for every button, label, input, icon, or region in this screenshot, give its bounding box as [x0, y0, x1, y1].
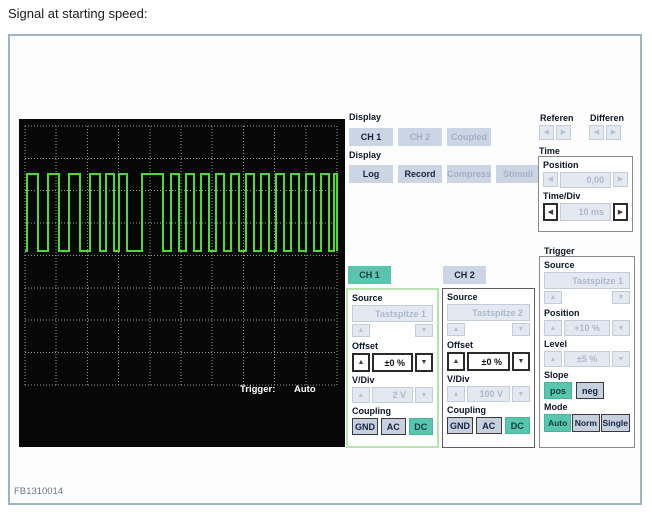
page: Signal at starting speed: Trigger: Auto …: [0, 0, 652, 518]
trigger-slope-neg-button[interactable]: neg: [576, 382, 604, 399]
trigger-level-up-button[interactable]: ▲: [544, 351, 562, 367]
referen-label: Referen: [540, 113, 574, 123]
ch1-source-down-button[interactable]: ▼: [415, 324, 433, 337]
display-ch1-button[interactable]: CH 1: [349, 128, 393, 146]
ch1-source-up-button[interactable]: ▲: [352, 324, 370, 337]
ch2-source-down-button[interactable]: ▼: [512, 323, 530, 336]
time-div-decrement-button[interactable]: ◀: [543, 203, 558, 221]
ch1-source-spinners: ▲ ▼: [352, 324, 433, 337]
ch2-tab[interactable]: CH 2: [443, 266, 486, 284]
referen-prev-button[interactable]: ◀: [539, 125, 554, 140]
trigger-level-field[interactable]: ±5 %: [564, 351, 610, 367]
ch1-coupling-ac-button[interactable]: AC: [381, 418, 406, 435]
display-compress-button[interactable]: Compress: [447, 165, 491, 183]
ch2-vdiv-up-button[interactable]: ▲: [447, 386, 465, 402]
time-position-field[interactable]: 0,00: [560, 172, 611, 188]
trigger-status-value: Auto: [294, 384, 316, 395]
ch2-coupling-ac-button[interactable]: AC: [476, 417, 502, 434]
display-record-button[interactable]: Record: [398, 165, 442, 183]
trigger-source-up-button[interactable]: ▲: [544, 291, 562, 304]
ch2-offset-label: Offset: [447, 340, 474, 350]
ch2-source-spinners: ▲ ▼: [447, 323, 530, 336]
display-mode-label: Display: [349, 150, 382, 160]
display-channels-label: Display: [349, 112, 382, 122]
ch1-offset-up-button[interactable]: ▲: [352, 353, 370, 372]
content-frame: Trigger: Auto Display CH 1 CH 2 Coupled …: [8, 34, 642, 505]
ch2-offset-field[interactable]: ±0 %: [467, 352, 510, 371]
ch1-offset-field[interactable]: ±0 %: [372, 353, 413, 372]
ch1-panel: Source Tastspitze 1 ▲ ▼ Offset ▲ ±0 % ▼ …: [346, 288, 439, 448]
ch1-vdiv-label: V/Div: [352, 375, 375, 385]
ch2-source-up-button[interactable]: ▲: [447, 323, 465, 336]
ch1-offset-down-button[interactable]: ▼: [415, 353, 433, 372]
ch1-offset-label: Offset: [352, 341, 379, 351]
time-panel: Position ◀ 0,00 ▶ Time/Div ◀ 10 ms ▶: [538, 156, 633, 232]
ch2-panel: Source Tastspitze 2 ▲ ▼ Offset ▲ ±0 % ▼ …: [442, 288, 535, 448]
trigger-slope-label: Slope: [544, 370, 569, 380]
trigger-label: Trigger: [544, 246, 575, 256]
ch2-coupling-gnd-button[interactable]: GND: [447, 417, 473, 434]
display-stimuli-button[interactable]: Stimuli: [496, 165, 540, 183]
ch1-source-label: Source: [352, 293, 383, 303]
differen-arrows: ◀ ▶: [589, 125, 621, 140]
time-div-label: Time/Div: [543, 191, 581, 201]
ch1-coupling-gnd-button[interactable]: GND: [352, 418, 378, 435]
ch1-coupling-label: Coupling: [352, 406, 391, 416]
trigger-source-down-button[interactable]: ▼: [612, 291, 630, 304]
ch2-source-field[interactable]: Tastspitze 2: [447, 304, 530, 321]
differen-next-button[interactable]: ▶: [606, 125, 621, 140]
ch2-vdiv-down-button[interactable]: ▼: [512, 386, 530, 402]
figure-id: FB1310014: [14, 486, 64, 497]
ch2-coupling-dc-button[interactable]: DC: [504, 417, 530, 434]
trigger-position-up-button[interactable]: ▲: [544, 320, 562, 336]
display-channels-row: CH 1 CH 2 Coupled: [349, 128, 491, 146]
referen-next-button[interactable]: ▶: [556, 125, 571, 140]
ch1-vdiv-down-button[interactable]: ▼: [415, 387, 433, 403]
ch2-offset-down-button[interactable]: ▼: [512, 352, 530, 371]
differen-prev-button[interactable]: ◀: [589, 125, 604, 140]
ch2-offset-up-button[interactable]: ▲: [447, 352, 465, 371]
ch2-source-label: Source: [447, 292, 478, 302]
ch1-coupling-dc-button[interactable]: DC: [408, 418, 433, 435]
page-title: Signal at starting speed:: [8, 6, 148, 21]
ch1-vdiv-field[interactable]: 2 V: [372, 387, 413, 403]
referen-arrows: ◀ ▶: [539, 125, 571, 140]
trigger-level-label: Level: [544, 339, 568, 349]
time-div-field[interactable]: 10 ms: [560, 203, 611, 221]
time-position-decrement-button[interactable]: ◀: [543, 172, 558, 187]
differen-label: Differen: [590, 113, 625, 123]
ch1-tab[interactable]: CH 1: [348, 266, 391, 284]
trigger-mode-norm-button[interactable]: Norm: [572, 414, 600, 432]
time-label: Time: [539, 146, 560, 156]
ch1-vdiv-up-button[interactable]: ▲: [352, 387, 370, 403]
waveform-canvas: [24, 125, 338, 386]
trigger-position-down-button[interactable]: ▼: [612, 320, 630, 336]
trigger-source-field[interactable]: Tastspitze 1: [544, 272, 630, 289]
trigger-source-label: Source: [544, 260, 575, 270]
trigger-panel: Source Tastspitze 1 ▲ ▼ Position ▲ +10 %…: [539, 256, 635, 448]
display-mode-row: Log Record Compress Stimuli: [349, 165, 540, 183]
trigger-status: Trigger: Auto: [240, 384, 316, 395]
trigger-level-down-button[interactable]: ▼: [612, 351, 630, 367]
trigger-position-label: Position: [544, 308, 580, 318]
display-log-button[interactable]: Log: [349, 165, 393, 183]
ch1-source-field[interactable]: Tastspitze 1: [352, 305, 433, 322]
ch2-coupling-label: Coupling: [447, 405, 486, 415]
time-div-increment-button[interactable]: ▶: [613, 203, 628, 221]
trigger-status-label: Trigger:: [240, 384, 276, 395]
trigger-mode-auto-button[interactable]: Auto: [544, 414, 572, 432]
oscilloscope-display: Trigger: Auto: [19, 119, 345, 447]
ch2-vdiv-label: V/Div: [447, 374, 470, 384]
time-position-label: Position: [543, 160, 579, 170]
display-ch2-button[interactable]: CH 2: [398, 128, 442, 146]
time-position-increment-button[interactable]: ▶: [613, 172, 628, 187]
trigger-slope-pos-button[interactable]: pos: [544, 382, 572, 399]
ch2-vdiv-field[interactable]: 100 V: [467, 386, 510, 402]
display-coupled-button[interactable]: Coupled: [447, 128, 491, 146]
trigger-mode-single-button[interactable]: Single: [600, 414, 631, 432]
trigger-source-spinners: ▲ ▼: [544, 291, 630, 304]
trigger-mode-label: Mode: [544, 402, 568, 412]
trigger-position-field[interactable]: +10 %: [564, 320, 610, 336]
